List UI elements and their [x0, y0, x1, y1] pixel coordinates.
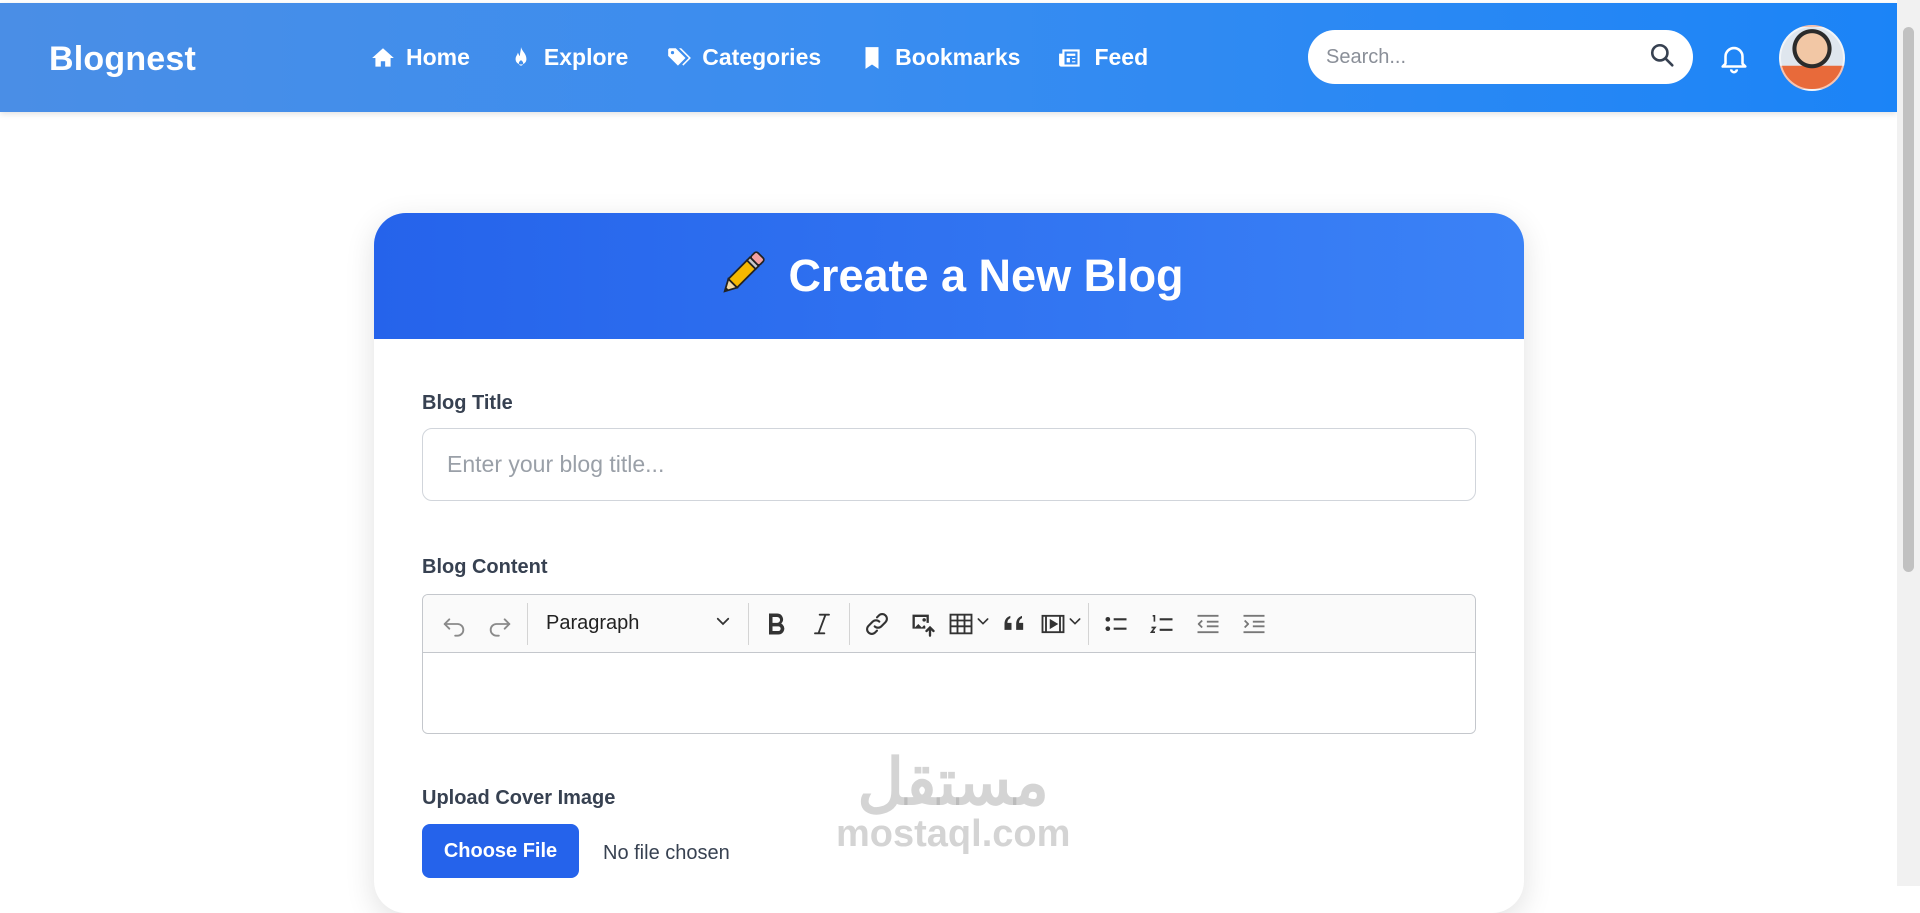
nav-link-categories[interactable]: Categories: [666, 44, 821, 71]
heading-dropdown[interactable]: Paragraph: [532, 603, 744, 645]
search-input[interactable]: [1326, 45, 1649, 69]
nav-links: Home Explore Categories Bookmarks Feed: [370, 44, 1148, 71]
heading-dropdown-value: Paragraph: [546, 612, 640, 634]
nav-link-label: Explore: [543, 44, 629, 70]
media-embed-button[interactable]: [1038, 603, 1084, 645]
image-upload-icon: [912, 614, 935, 637]
bold-icon: [769, 612, 785, 635]
redo-icon: [489, 617, 511, 637]
toolbar-separator: [849, 602, 850, 645]
undo-icon: [443, 617, 465, 637]
nav-link-bookmarks[interactable]: Bookmarks: [859, 44, 1020, 71]
upload-cover-label: Upload Cover Image: [422, 787, 616, 809]
chevron-down-icon: [714, 612, 732, 636]
blockquote-button[interactable]: [992, 603, 1038, 645]
bold-button[interactable]: [753, 603, 799, 645]
bulleted-list-icon: [1105, 616, 1127, 631]
toolbar-separator: [527, 602, 528, 645]
newspaper-icon: [1059, 48, 1081, 67]
card-header: Create a New Blog: [374, 213, 1524, 339]
rich-text-editor: Paragraph: [422, 594, 1476, 734]
numbered-list-button[interactable]: [1139, 603, 1185, 645]
nav-link-label: Categories: [702, 44, 822, 70]
nav-link-label: Bookmarks: [895, 44, 1021, 70]
indent-icon: [1243, 614, 1265, 633]
blockquote-icon: [1004, 615, 1024, 630]
bulleted-list-button[interactable]: [1093, 603, 1139, 645]
italic-button[interactable]: [799, 603, 845, 645]
search-box: [1308, 30, 1693, 84]
nav-link-label: Feed: [1094, 44, 1149, 70]
toolbar-separator: [1088, 602, 1089, 645]
link-icon: [866, 612, 888, 635]
outdent-icon: [1197, 614, 1219, 633]
top-navbar: Blognest Home Explore Categories Bookmar…: [0, 3, 1897, 112]
toolbar-separator: [748, 602, 749, 645]
watermark-logo: مستقل: [857, 746, 1049, 818]
outdent-button[interactable]: [1185, 603, 1231, 645]
nav-link-feed[interactable]: Feed: [1058, 44, 1148, 71]
editor-toolbar: Paragraph: [423, 595, 1475, 653]
chevron-down-icon: [975, 613, 991, 634]
bell-icon[interactable]: [1717, 40, 1751, 76]
indent-button[interactable]: [1231, 603, 1277, 645]
search-icon[interactable]: [1649, 42, 1675, 73]
nav-link-label: Home: [406, 44, 470, 70]
file-status-text: No file chosen: [603, 842, 730, 864]
tags-icon: [668, 47, 692, 66]
italic-icon: [814, 613, 830, 634]
scrollbar-thumb[interactable]: [1903, 27, 1914, 572]
fire-icon: [515, 46, 527, 66]
chevron-down-icon: [1067, 613, 1083, 634]
nav-link-explore[interactable]: Explore: [508, 44, 628, 71]
blog-title-input[interactable]: [422, 428, 1476, 501]
numbered-list-icon: [1149, 614, 1173, 633]
media-embed-icon: [1041, 614, 1065, 633]
page-title: Create a New Blog: [788, 250, 1184, 301]
user-avatar[interactable]: [1779, 25, 1845, 91]
watermark: مستقل mostaql.com: [836, 750, 1070, 854]
nav-link-home[interactable]: Home: [370, 44, 470, 71]
page-scrollbar[interactable]: [1897, 0, 1920, 886]
link-button[interactable]: [854, 603, 900, 645]
brand-logo[interactable]: Blognest: [49, 40, 196, 79]
home-icon: [372, 47, 394, 67]
pencil-icon: [714, 246, 770, 307]
table-icon: [949, 613, 973, 634]
undo-button[interactable]: [431, 603, 477, 645]
watermark-site: mostaql.com: [836, 813, 1071, 855]
blog-title-label: Blog Title: [422, 392, 513, 414]
redo-button[interactable]: [477, 603, 523, 645]
insert-table-button[interactable]: [946, 603, 992, 645]
blog-content-label: Blog Content: [422, 556, 548, 578]
choose-file-button[interactable]: Choose File: [422, 824, 579, 878]
bookmark-icon: [865, 46, 879, 69]
image-upload-button[interactable]: [900, 603, 946, 645]
editor-content-area[interactable]: [423, 653, 1475, 733]
